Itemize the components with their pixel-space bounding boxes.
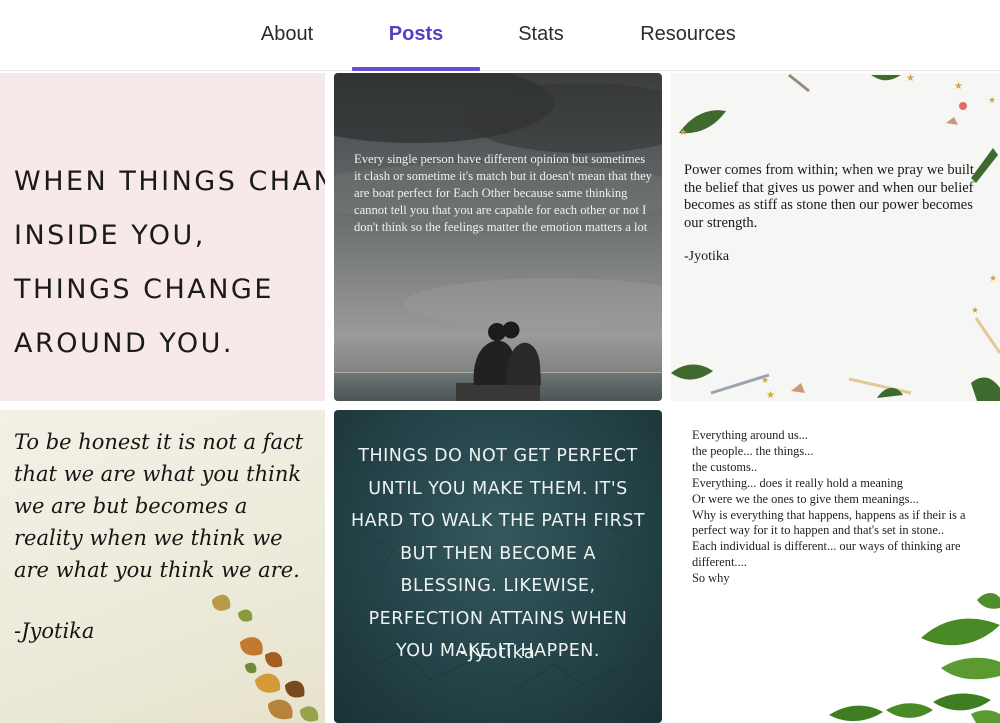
desk-decorations-image: ★ ★ ★ ★ ★ ★ ★ ★ <box>671 73 1000 401</box>
post-quote-text: Things do not get perfect until you make… <box>350 446 646 661</box>
quote-line: things change <box>14 274 274 305</box>
post-tile[interactable]: Things do not get perfect until you make… <box>334 410 662 723</box>
svg-text:★: ★ <box>954 81 963 92</box>
profile-tabs: About Posts Stats Resources <box>0 0 1000 71</box>
svg-text:★: ★ <box>971 305 979 315</box>
post-tile[interactable]: Everything around us... the people... th… <box>671 410 1000 723</box>
post-signature: -Jyotika <box>684 249 730 264</box>
tab-stats[interactable]: Stats <box>500 0 582 70</box>
tab-posts[interactable]: Posts <box>352 0 480 71</box>
tab-about[interactable]: About <box>245 0 329 70</box>
post-tile[interactable]: To be honest it is not a fact that we ar… <box>0 410 325 723</box>
quote-line: When things chan <box>14 166 325 197</box>
post-quote-text: To be honest it is not a fact that we ar… <box>14 430 304 582</box>
svg-text:★: ★ <box>989 273 997 283</box>
quote-line: around you. <box>14 328 234 359</box>
active-tab-indicator <box>352 67 480 71</box>
svg-text:★: ★ <box>906 73 915 84</box>
post-tile[interactable]: ★ ★ ★ ★ ★ ★ ★ ★ Power comes from within;… <box>671 73 1000 401</box>
post-tile[interactable]: Every single person have different opini… <box>334 73 662 401</box>
svg-text:★: ★ <box>679 127 687 137</box>
post-quote-text: When things chan inside you, things chan… <box>14 155 325 371</box>
tab-stats-label: Stats <box>518 23 564 45</box>
tab-resources-label: Resources <box>640 23 736 45</box>
post-signature: -Jyotika <box>460 642 536 663</box>
couple-silhouette-image <box>456 321 541 401</box>
post-quote-text: Everything around us... the people... th… <box>692 428 966 586</box>
post-quote-text: Every single person have different opini… <box>354 152 652 234</box>
tab-posts-label: Posts <box>388 23 444 45</box>
post-signature: -Jyotika <box>14 619 95 643</box>
post-tile[interactable]: When things chan inside you, things chan… <box>0 73 325 401</box>
svg-text:★: ★ <box>761 375 769 385</box>
tab-about-label: About <box>260 23 314 45</box>
tab-resources[interactable]: Resources <box>622 0 754 70</box>
svg-text:★: ★ <box>988 95 996 105</box>
post-quote-text: Power comes from within; when we pray we… <box>684 162 974 231</box>
svg-text:★: ★ <box>766 390 775 401</box>
quote-line: inside you, <box>14 220 206 251</box>
